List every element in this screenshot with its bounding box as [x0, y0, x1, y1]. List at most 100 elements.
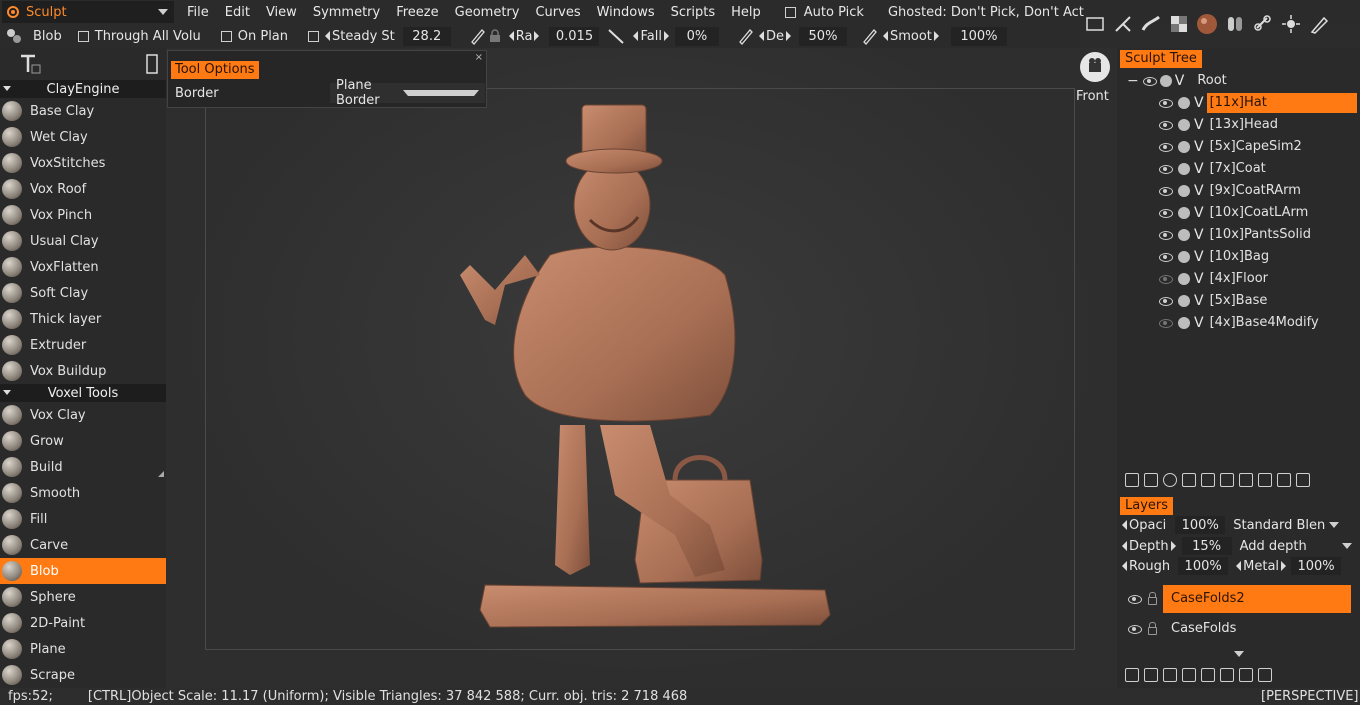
- shading-dot-icon[interactable]: [1178, 163, 1190, 175]
- collapse-arrow-icon[interactable]: [3, 86, 11, 91]
- shading-dot-icon[interactable]: [1178, 97, 1190, 109]
- menu-file[interactable]: File: [179, 5, 217, 20]
- shading-dot-icon[interactable]: [1178, 251, 1190, 263]
- chevron-left-icon[interactable]: [325, 31, 331, 41]
- eye-icon[interactable]: [1159, 274, 1173, 284]
- tool-vox-pinch[interactable]: Vox Pinch: [0, 202, 166, 228]
- eye-icon[interactable]: [1159, 164, 1173, 174]
- close-icon[interactable]: ×: [475, 52, 483, 63]
- shading-dot-icon[interactable]: [1178, 317, 1190, 329]
- menu-curves[interactable]: Curves: [527, 5, 588, 20]
- checker-icon[interactable]: [1168, 13, 1190, 35]
- chevron-right-icon[interactable]: [1170, 541, 1176, 551]
- voxel-mode-icon[interactable]: V: [1194, 315, 1204, 331]
- shading-dot-icon[interactable]: [1178, 229, 1190, 241]
- voxel-mode-icon[interactable]: V: [1194, 183, 1204, 199]
- duplicate-icon[interactable]: [1144, 473, 1158, 487]
- eye-icon[interactable]: [1142, 76, 1157, 86]
- auto-pick-checkbox[interactable]: [784, 6, 796, 18]
- tree-item[interactable]: V [9x]CoatRArm: [1117, 180, 1360, 202]
- chevron-left-icon[interactable]: [633, 31, 639, 41]
- trash-icon[interactable]: [1277, 473, 1291, 487]
- tool-voxstitches[interactable]: VoxStitches: [0, 150, 166, 176]
- steady-stroke-checkbox[interactable]: [308, 30, 320, 42]
- opacity-value[interactable]: 100%: [1175, 516, 1226, 534]
- voxel-mode-icon[interactable]: V: [1194, 271, 1204, 287]
- lock-icon[interactable]: [1148, 592, 1157, 605]
- eye-icon[interactable]: [1159, 208, 1173, 218]
- auto-pick-toggle[interactable]: Auto Pick: [784, 5, 864, 20]
- view-label[interactable]: Front: [1076, 89, 1109, 104]
- menu-geometry[interactable]: Geometry: [447, 5, 528, 20]
- tool-vox-clay[interactable]: Vox Clay: [0, 402, 166, 428]
- tree-item[interactable]: V [5x]Base: [1117, 290, 1360, 312]
- material-sphere-icon[interactable]: [1196, 13, 1218, 35]
- sphere-add-icon[interactable]: [1163, 473, 1177, 487]
- eye-icon[interactable]: [1159, 120, 1173, 130]
- voxel-mode-icon[interactable]: V: [1175, 73, 1185, 89]
- voxel-mode-icon[interactable]: V: [1194, 293, 1204, 309]
- falloff-value[interactable]: 0%: [674, 26, 719, 46]
- menu-freeze[interactable]: Freeze: [388, 5, 446, 20]
- depth-mode-dropdown[interactable]: Add depth: [1240, 539, 1352, 554]
- menu-windows[interactable]: Windows: [589, 5, 663, 20]
- smooth-value[interactable]: 100%: [950, 26, 1007, 46]
- through-all-checkbox[interactable]: [77, 30, 89, 42]
- pencil-icon[interactable]: [469, 27, 487, 45]
- shading-dot-icon[interactable]: [1178, 185, 1190, 197]
- grid-icon[interactable]: [1239, 473, 1253, 487]
- folder-icon[interactable]: [1144, 668, 1158, 682]
- lock-icon[interactable]: [489, 29, 501, 43]
- rough-value[interactable]: 100%: [1178, 557, 1229, 575]
- tree-item[interactable]: V [7x]Coat: [1117, 158, 1360, 180]
- voxel-mode-icon[interactable]: V: [1194, 95, 1204, 111]
- chevron-left-icon[interactable]: [758, 31, 764, 41]
- eye-icon[interactable]: [1159, 318, 1173, 328]
- steady-stroke-value[interactable]: 28.2: [402, 26, 451, 46]
- tool-voxflatten[interactable]: VoxFlatten: [0, 254, 166, 280]
- tool-base-clay[interactable]: Base Clay: [0, 98, 166, 124]
- duplicate-layer-icon[interactable]: [1182, 668, 1196, 682]
- eye-icon[interactable]: [1128, 594, 1142, 604]
- voxel-mode-icon[interactable]: V: [1194, 227, 1204, 243]
- tree-item[interactable]: V [10x]PantsSolid: [1117, 224, 1360, 246]
- blend-mode-dropdown[interactable]: Standard Blen: [1233, 518, 1340, 533]
- eye-icon[interactable]: [1159, 296, 1173, 306]
- tool-build[interactable]: Build: [0, 454, 166, 480]
- add-object-icon[interactable]: [1125, 473, 1139, 487]
- tool-fill[interactable]: Fill: [0, 506, 166, 532]
- section-header[interactable]: ClayEngine: [0, 80, 166, 98]
- camera-icon[interactable]: [1080, 52, 1110, 82]
- tree-item[interactable]: V [10x]CoatLArm: [1117, 202, 1360, 224]
- tree-item[interactable]: V [11x]Hat: [1117, 92, 1360, 114]
- shading-dot-icon[interactable]: [1178, 295, 1190, 307]
- tool-blob[interactable]: Blob: [0, 558, 166, 584]
- projection-mode[interactable]: [PERSPECTIVE]: [1261, 689, 1359, 704]
- objects-icon[interactable]: [1224, 13, 1246, 35]
- file-icon[interactable]: [1258, 473, 1272, 487]
- radius-value[interactable]: 0.015: [549, 26, 600, 46]
- tree-item[interactable]: V [13x]Head: [1117, 114, 1360, 136]
- tool-plane[interactable]: Plane: [0, 636, 166, 662]
- voxel-mode-icon[interactable]: V: [1194, 249, 1204, 265]
- gizmo-icon[interactable]: [1112, 13, 1134, 35]
- chevron-left-icon[interactable]: [508, 31, 514, 41]
- tool-extruder[interactable]: Extruder: [0, 332, 166, 358]
- move-up-icon[interactable]: [1201, 668, 1215, 682]
- link-icon[interactable]: [1252, 13, 1274, 35]
- chevron-left-icon[interactable]: [1122, 541, 1127, 551]
- shading-dot-icon[interactable]: [1159, 75, 1172, 87]
- collapse-icon[interactable]: −: [1127, 73, 1139, 89]
- border-dropdown[interactable]: Plane Border: [330, 78, 485, 108]
- align-icon[interactable]: [1220, 473, 1234, 487]
- pen-icon[interactable]: [1308, 13, 1330, 35]
- section-header[interactable]: Voxel Tools: [0, 384, 166, 402]
- voxel-mode-icon[interactable]: V: [1194, 117, 1204, 133]
- tree-item[interactable]: V [4x]Base4Modify: [1117, 312, 1360, 334]
- chevron-left-icon[interactable]: [1236, 561, 1242, 571]
- merge-layer-icon[interactable]: [1239, 668, 1253, 682]
- pencil-icon[interactable]: [737, 27, 755, 45]
- voxel-mode-icon[interactable]: V: [1194, 161, 1204, 177]
- chevron-left-icon[interactable]: [1122, 561, 1127, 571]
- menu-edit[interactable]: Edit: [217, 5, 258, 20]
